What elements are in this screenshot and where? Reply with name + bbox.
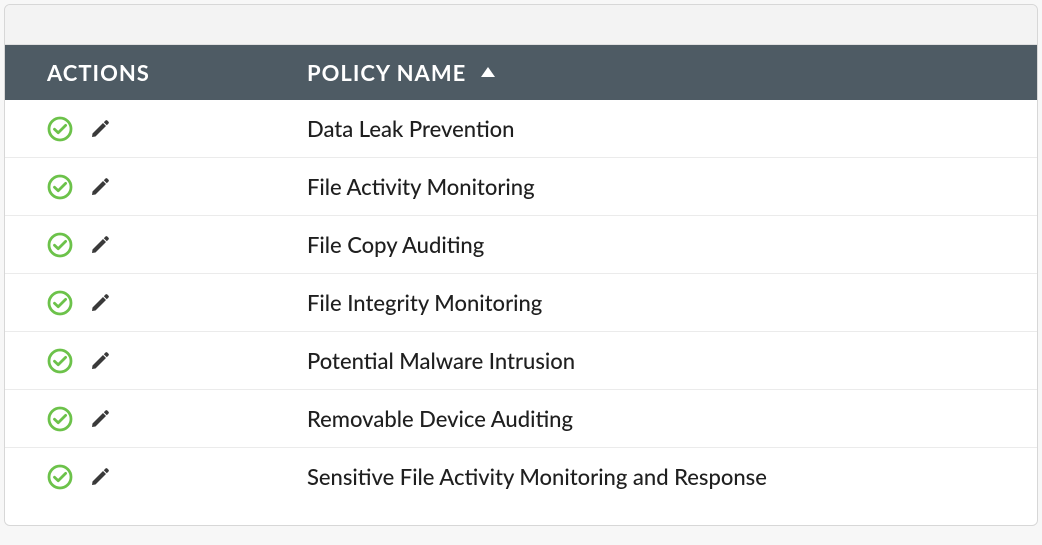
- policies-panel: ACTIONS POLICY NAME Data Leak Prevention…: [4, 4, 1038, 526]
- panel-topbar: [5, 5, 1037, 45]
- policies-table: ACTIONS POLICY NAME Data Leak Prevention…: [5, 45, 1037, 505]
- status-active-icon[interactable]: [47, 174, 73, 200]
- policy-name-label: Potential Malware Intrusion: [307, 347, 575, 374]
- policy-name-label: File Integrity Monitoring: [307, 289, 542, 316]
- policy-name-cell: Removable Device Auditing: [265, 390, 1037, 448]
- edit-icon[interactable]: [89, 350, 111, 372]
- table-row: Sensitive File Activity Monitoring and R…: [5, 448, 1037, 506]
- actions-cell: [5, 332, 265, 390]
- actions-cell: [5, 216, 265, 274]
- column-header-policy-name-label: POLICY NAME: [307, 59, 466, 86]
- policy-name-cell: Potential Malware Intrusion: [265, 332, 1037, 390]
- table-row: File Integrity Monitoring: [5, 274, 1037, 332]
- status-active-icon[interactable]: [47, 348, 73, 374]
- actions-cell: [5, 390, 265, 448]
- table-row: Removable Device Auditing: [5, 390, 1037, 448]
- status-active-icon[interactable]: [47, 464, 73, 490]
- column-header-actions[interactable]: ACTIONS: [5, 45, 265, 100]
- policy-name-label: Removable Device Auditing: [307, 405, 573, 432]
- table-row: Data Leak Prevention: [5, 100, 1037, 158]
- status-active-icon[interactable]: [47, 290, 73, 316]
- edit-icon[interactable]: [89, 234, 111, 256]
- edit-icon[interactable]: [89, 118, 111, 140]
- status-active-icon[interactable]: [47, 116, 73, 142]
- policy-name-cell: Sensitive File Activity Monitoring and R…: [265, 448, 1037, 506]
- table-row: File Activity Monitoring: [5, 158, 1037, 216]
- policy-name-cell: File Activity Monitoring: [265, 158, 1037, 216]
- panel-bottombar: [5, 505, 1037, 525]
- policy-name-cell: File Copy Auditing: [265, 216, 1037, 274]
- sort-ascending-icon: [481, 67, 495, 77]
- table-row: Potential Malware Intrusion: [5, 332, 1037, 390]
- actions-cell: [5, 100, 265, 158]
- table-row: File Copy Auditing: [5, 216, 1037, 274]
- policy-name-label: File Copy Auditing: [307, 231, 484, 258]
- edit-icon[interactable]: [89, 466, 111, 488]
- column-header-actions-label: ACTIONS: [47, 59, 150, 86]
- column-header-policy-name[interactable]: POLICY NAME: [265, 45, 1037, 100]
- policy-name-label: File Activity Monitoring: [307, 173, 535, 200]
- edit-icon[interactable]: [89, 176, 111, 198]
- edit-icon[interactable]: [89, 408, 111, 430]
- actions-cell: [5, 274, 265, 332]
- policy-name-label: Data Leak Prevention: [307, 115, 515, 142]
- policy-name-cell: Data Leak Prevention: [265, 100, 1037, 158]
- policy-name-label: Sensitive File Activity Monitoring and R…: [307, 463, 767, 490]
- edit-icon[interactable]: [89, 292, 111, 314]
- actions-cell: [5, 448, 265, 506]
- status-active-icon[interactable]: [47, 232, 73, 258]
- actions-cell: [5, 158, 265, 216]
- policy-name-cell: File Integrity Monitoring: [265, 274, 1037, 332]
- status-active-icon[interactable]: [47, 406, 73, 432]
- table-header-row: ACTIONS POLICY NAME: [5, 45, 1037, 100]
